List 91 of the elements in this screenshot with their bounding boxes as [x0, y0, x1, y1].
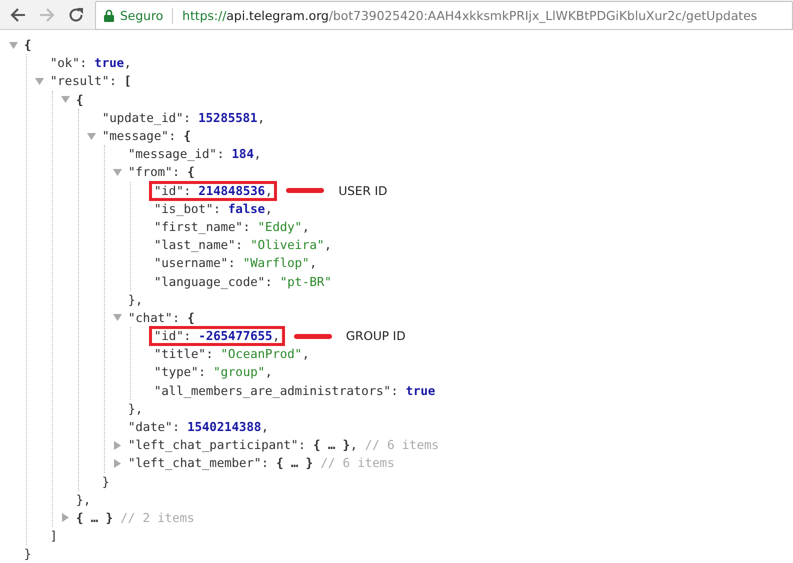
item-count-comment: // 6 items	[320, 456, 394, 470]
json-key: "last_name":	[154, 238, 243, 252]
collapse-toggle-icon[interactable]	[35, 76, 44, 86]
json-comma: ,	[83, 492, 91, 507]
json-key: "ok":	[50, 56, 88, 70]
json-key: "chat":	[128, 310, 180, 325]
json-comma: ,	[302, 347, 310, 362]
json-key: "message_id":	[128, 147, 224, 162]
json-value: 184	[232, 147, 254, 162]
lock-icon	[104, 9, 114, 22]
json-comma: ,	[261, 420, 269, 434]
json-comma: ,	[324, 238, 332, 252]
json-bracket: }	[102, 474, 110, 489]
json-bracket: ]	[50, 529, 58, 544]
json-key: "title":	[154, 347, 214, 362]
collapsed-ellipsis: …	[290, 456, 298, 470]
json-key: "language_code":	[154, 274, 272, 289]
json-key: "all_members_are_administrators":	[154, 384, 398, 398]
json-comma: ,	[254, 147, 262, 162]
annotation-label: GROUP ID	[346, 329, 406, 344]
collapse-toggle-icon[interactable]	[113, 313, 122, 322]
json-key: "type":	[154, 365, 206, 380]
json-key: "id":	[154, 184, 192, 198]
json-value: false	[228, 202, 266, 216]
json-bracket: {	[24, 38, 32, 52]
json-bracket: {	[187, 310, 195, 325]
json-key: "date":	[128, 420, 180, 434]
json-key: "from":	[128, 165, 180, 180]
collapse-toggle-icon[interactable]	[113, 168, 122, 177]
json-value: -265477655	[198, 329, 272, 344]
json-value: true	[406, 384, 436, 398]
json-key: "update_id":	[102, 110, 191, 125]
json-bracket: {	[313, 438, 320, 452]
json-key: "first_name":	[154, 220, 250, 234]
json-bracket: }	[306, 456, 314, 470]
json-value: 15285581	[198, 110, 258, 125]
json-value: "Eddy"	[258, 220, 302, 234]
json-comma: ,	[265, 202, 272, 216]
json-comma: ,	[135, 292, 143, 307]
json-value: true	[94, 56, 124, 70]
item-count-comment: // 2 items	[120, 510, 194, 525]
json-key: "left_chat_member":	[128, 456, 269, 470]
json-bracket: }	[128, 292, 136, 307]
expand-toggle-icon[interactable]	[113, 458, 122, 468]
item-count-comment: // 6 items	[364, 438, 439, 452]
json-key: "left_chat_participant":	[128, 438, 306, 452]
security-label: Seguro	[120, 8, 164, 22]
collapse-toggle-icon[interactable]	[61, 95, 70, 104]
json-value: "Warflop"	[242, 256, 310, 270]
json-comma: ,	[124, 56, 132, 70]
json-value: 214848536	[198, 184, 266, 198]
json-bracket: }	[342, 438, 350, 452]
json-value: "group"	[213, 365, 266, 380]
json-comma: ,	[257, 110, 265, 125]
json-bracket: {	[276, 456, 284, 470]
json-comma: ,	[265, 184, 272, 198]
json-comma: ,	[302, 220, 310, 234]
json-value: 1540214388	[187, 420, 262, 434]
json-bracket: {	[187, 165, 195, 180]
json-key: "username":	[154, 256, 236, 270]
collapsed-ellipsis: …	[328, 438, 336, 452]
json-key: "result":	[50, 74, 117, 88]
json-bracket: }	[128, 402, 136, 416]
json-bracket: }	[24, 547, 32, 562]
expand-toggle-icon[interactable]	[61, 513, 70, 522]
json-key: "message":	[102, 129, 176, 144]
json-bracket: {	[76, 510, 84, 525]
collapse-toggle-icon[interactable]	[9, 40, 18, 50]
json-comma: ,	[135, 402, 143, 416]
expand-toggle-icon[interactable]	[113, 440, 122, 450]
url-text: https://api.telegram.org/bot739025420:AAH4xkksmkPRIjx_LlWKBtPDGiKbluXur2c/getUpdates	[182, 8, 758, 22]
collapsed-ellipsis: …	[90, 510, 98, 525]
json-key: "is_bot":	[154, 202, 221, 216]
address-bar[interactable]: Seguro https://api.telegram.org/bot739025420:AAH4xkksmkPRIjx_LlWKBtPDGiKbluXur2c/getUpdates	[95, 1, 793, 30]
json-value: "pt-BR"	[280, 274, 332, 289]
json-bracket: [	[124, 74, 132, 88]
json-bracket: {	[76, 92, 84, 107]
annotation-label: USER ID	[338, 184, 388, 198]
leader-line	[286, 188, 324, 194]
json-bracket: }	[76, 492, 84, 507]
collapse-toggle-icon[interactable]	[87, 132, 96, 141]
leader-line	[294, 334, 332, 339]
json-bracket: {	[183, 129, 191, 144]
json-value: "OceanProd"	[220, 347, 302, 362]
json-key: "id":	[154, 329, 192, 344]
json-value: "Oliveira"	[250, 238, 324, 252]
json-comma: ,	[265, 365, 272, 380]
json-comma: ,	[309, 256, 317, 270]
json-comma: ,	[350, 438, 358, 452]
json-comma: ,	[272, 329, 280, 344]
json-bracket: }	[106, 510, 113, 525]
